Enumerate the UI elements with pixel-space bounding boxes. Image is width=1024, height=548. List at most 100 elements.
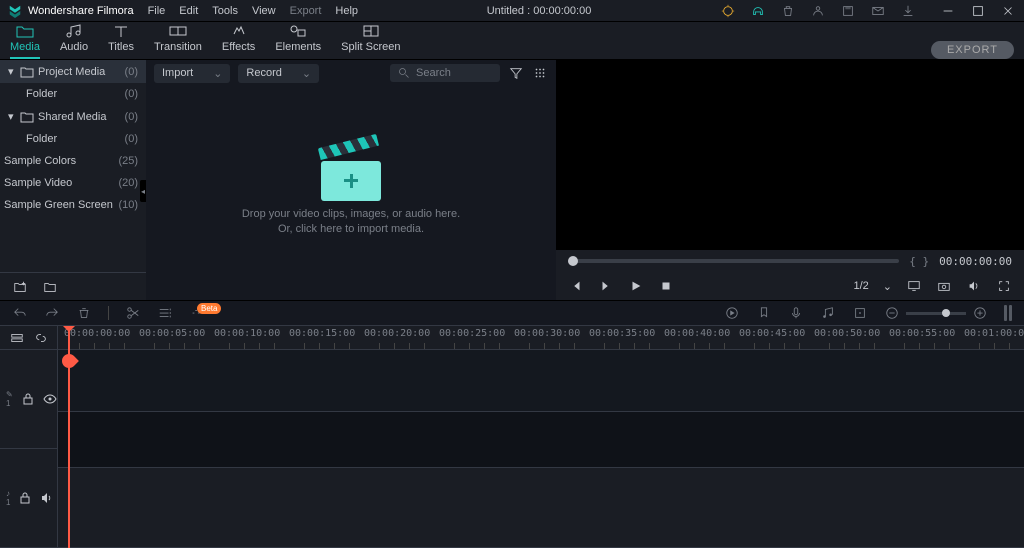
preview-panel: { } 00:00:00:00 1/2 ⌄ <box>556 60 1024 300</box>
app-logo: Wondershare Filmora <box>8 4 134 18</box>
audio-track[interactable] <box>58 412 1024 468</box>
display-icon[interactable] <box>906 278 922 294</box>
render-preview-icon[interactable] <box>724 305 740 321</box>
chevron-down-icon[interactable]: ⌄ <box>883 280 892 293</box>
audio-icon <box>65 23 83 39</box>
logo-icon <box>8 4 22 18</box>
tab-split-screen[interactable]: Split Screen <box>341 23 400 59</box>
tab-media[interactable]: Media <box>10 23 40 59</box>
edit-tools-icon[interactable] <box>157 305 173 321</box>
timeline-ruler[interactable]: 00:00:00:0000:00:05:0000:00:10:0000:00:1… <box>58 326 1024 350</box>
snapshot-icon[interactable] <box>936 278 952 294</box>
ruler-tick: 00:00:10:00 <box>214 328 280 339</box>
close-icon[interactable] <box>1000 3 1016 19</box>
empty-track-area[interactable] <box>58 468 1024 548</box>
sidebar-item-4[interactable]: Sample Colors(25) <box>0 150 146 172</box>
maximize-icon[interactable] <box>970 3 986 19</box>
ruler-tick: 00:00:05:00 <box>139 328 205 339</box>
zoom-slider[interactable] <box>906 312 966 315</box>
sidebar-item-1[interactable]: Folder(0) <box>0 83 146 105</box>
caret-down-icon: ▾ <box>8 110 16 123</box>
header-icons <box>720 3 916 19</box>
folder-icon <box>20 66 34 78</box>
volume-icon[interactable] <box>966 278 982 294</box>
sidebar-item-6[interactable]: Sample Green Screen(10) <box>0 194 146 216</box>
sidebar-item-3[interactable]: Folder(0) <box>0 128 146 150</box>
media-drop-zone[interactable]: Drop your video clips, images, or audio … <box>146 86 556 300</box>
collapse-sidebar-handle[interactable]: ◂ <box>140 180 146 202</box>
menu-help[interactable]: Help <box>335 5 358 17</box>
video-track[interactable] <box>58 350 1024 412</box>
record-dropdown[interactable]: Record⌄ <box>238 64 319 83</box>
sidebar-item-5[interactable]: Sample Video(20) <box>0 172 146 194</box>
zoom-in-icon[interactable] <box>972 305 988 321</box>
menu-edit[interactable]: Edit <box>179 5 198 17</box>
tool-tabs: Media Audio Titles Transition Effects El… <box>0 22 1024 60</box>
ruler-tick: 00:00:40:00 <box>664 328 730 339</box>
ruler-tick: 00:00:15:00 <box>289 328 355 339</box>
transition-icon <box>169 23 187 39</box>
new-folder-plus-icon[interactable] <box>12 279 28 295</box>
split-icon[interactable] <box>125 305 141 321</box>
grid-view-icon[interactable] <box>532 65 548 81</box>
import-dropdown[interactable]: Import⌄ <box>154 64 230 83</box>
timeline-tracks-area[interactable]: 00:00:00:0000:00:05:0000:00:10:0000:00:1… <box>58 326 1024 548</box>
marker-braces: { } <box>909 255 929 268</box>
marker-icon[interactable] <box>756 305 772 321</box>
tab-audio[interactable]: Audio <box>60 23 88 59</box>
headphones-icon[interactable] <box>750 3 766 19</box>
zoom-out-icon[interactable] <box>884 305 900 321</box>
video-track-label: ✎ 1 <box>6 390 13 408</box>
delete-icon[interactable] <box>76 305 92 321</box>
preview-scrubber[interactable] <box>568 259 899 263</box>
ruler-tick: 00:00:20:00 <box>364 328 430 339</box>
stop-icon[interactable] <box>658 278 674 294</box>
trash-icon[interactable] <box>780 3 796 19</box>
media-pane: ◂ Import⌄ Record⌄ Search Drop your video… <box>146 60 556 300</box>
sidebar-item-2[interactable]: ▾Shared Media(0) <box>0 105 146 128</box>
audio-mixer-icon[interactable] <box>820 305 836 321</box>
undo-icon[interactable] <box>12 305 28 321</box>
export-button[interactable]: EXPORT <box>931 41 1014 59</box>
tips-icon[interactable] <box>720 3 736 19</box>
voiceover-button[interactable]: Beta <box>189 305 221 321</box>
link-icon[interactable] <box>34 330 48 346</box>
preview-canvas[interactable] <box>556 60 1024 250</box>
sidebar-item-0[interactable]: ▾Project Media(0) <box>0 60 146 83</box>
menu-view[interactable]: View <box>252 5 276 17</box>
record-vo-icon[interactable] <box>788 305 804 321</box>
folder-icon <box>16 23 34 39</box>
eye-icon[interactable] <box>43 391 57 407</box>
save-icon[interactable] <box>840 3 856 19</box>
audio-track-label: ♪ 1 <box>6 489 10 507</box>
project-title: Untitled : 00:00:00:00 <box>487 5 592 17</box>
mail-icon[interactable] <box>870 3 886 19</box>
menu-file[interactable]: File <box>148 5 166 17</box>
lock-icon[interactable] <box>18 490 32 506</box>
tab-elements[interactable]: Elements <box>275 23 321 59</box>
fullscreen-icon[interactable] <box>996 278 1012 294</box>
lock-icon[interactable] <box>21 391 35 407</box>
ruler-tick: 00:00:35:00 <box>589 328 655 339</box>
filter-icon[interactable] <box>508 65 524 81</box>
caret-down-icon: ▾ <box>8 65 16 78</box>
new-folder-icon[interactable] <box>42 279 58 295</box>
minimize-icon[interactable] <box>940 3 956 19</box>
tab-transition[interactable]: Transition <box>154 23 202 59</box>
crop-icon[interactable] <box>852 305 868 321</box>
prev-frame-icon[interactable] <box>568 278 584 294</box>
mute-icon[interactable] <box>40 490 54 506</box>
preview-ratio[interactable]: 1/2 <box>853 280 868 292</box>
account-icon[interactable] <box>810 3 826 19</box>
redo-icon[interactable] <box>44 305 60 321</box>
menu-tools[interactable]: Tools <box>212 5 238 17</box>
play-icon[interactable] <box>628 278 644 294</box>
tab-titles[interactable]: Titles <box>108 23 134 59</box>
search-input[interactable]: Search <box>390 64 500 82</box>
zoom-fit-icon[interactable] <box>1004 305 1012 321</box>
step-fwd-icon[interactable] <box>598 278 614 294</box>
download-icon[interactable] <box>900 3 916 19</box>
search-icon <box>398 67 410 79</box>
track-add-icon[interactable] <box>10 330 24 346</box>
tab-effects[interactable]: Effects <box>222 23 255 59</box>
